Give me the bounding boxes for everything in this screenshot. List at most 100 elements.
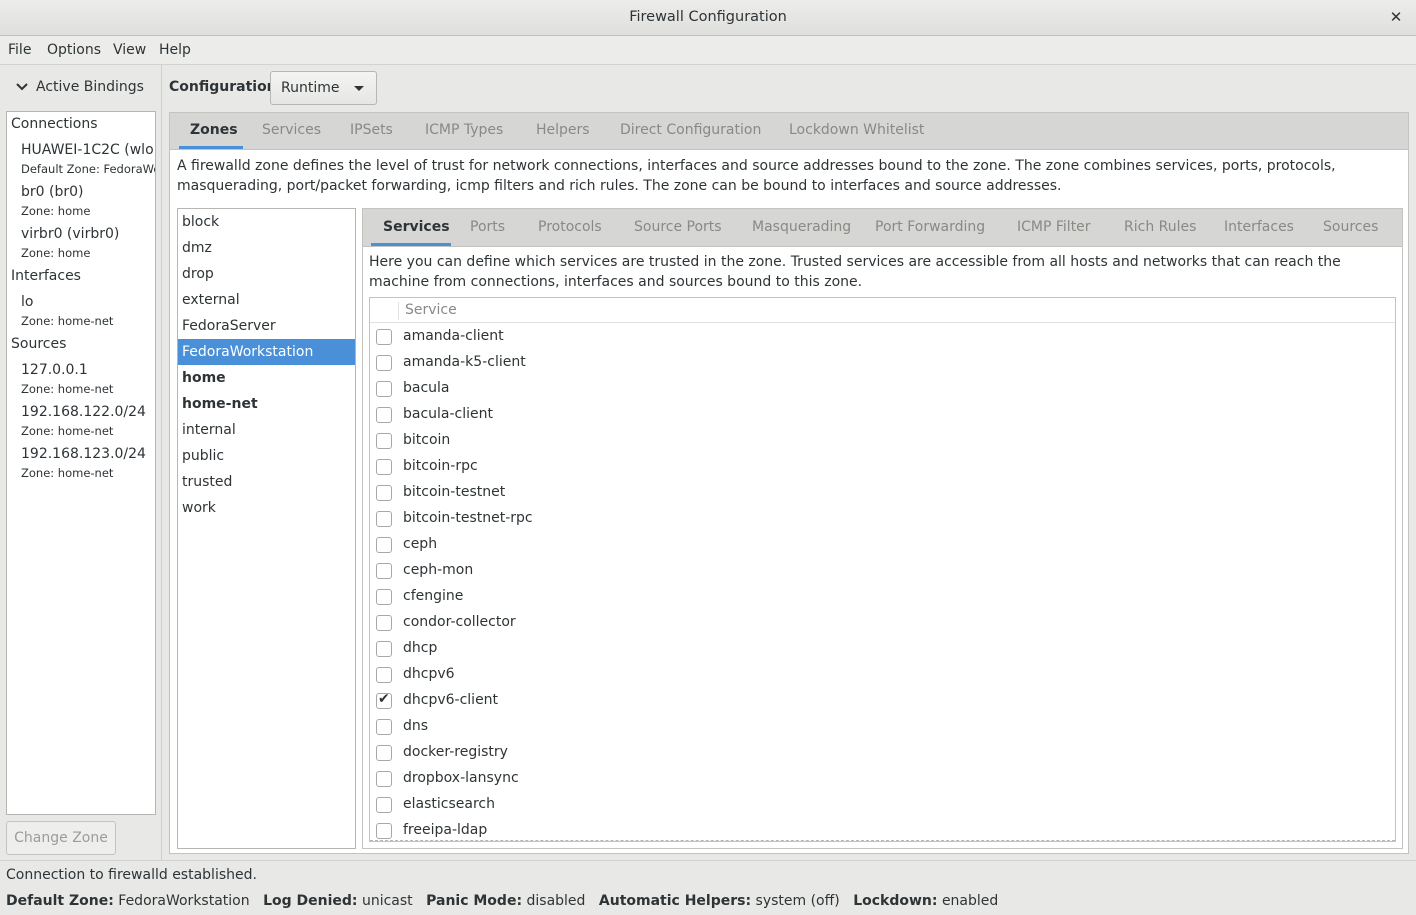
tab-interfaces[interactable]: Interfaces — [1224, 219, 1294, 235]
interface-item[interactable]: lo — [21, 294, 33, 310]
service-checkbox[interactable] — [376, 641, 392, 657]
configuration-select[interactable]: Runtime — [270, 71, 377, 105]
table-row[interactable]: freeipa-ldap — [370, 818, 1395, 841]
tab-masquerading[interactable]: Masquerading — [752, 219, 851, 235]
services-table[interactable]: Service amanda-client amanda-k5-client bac… — [369, 297, 1396, 842]
table-row[interactable]: dns — [370, 714, 1395, 740]
table-row[interactable]: dhcpv6 — [370, 662, 1395, 688]
service-checkbox[interactable] — [376, 407, 392, 423]
zone-item-dmz[interactable]: dmz — [178, 235, 355, 261]
close-icon[interactable]: ✕ — [1386, 7, 1406, 27]
zones-pane: A firewalld zone defines the level of tr… — [169, 149, 1409, 854]
tab-helpers[interactable]: Helpers — [536, 122, 590, 138]
configuration-value: Runtime — [281, 80, 340, 96]
zone-list[interactable]: block dmz drop external FedoraServer Fed… — [177, 208, 356, 849]
status-key: Lockdown: — [853, 893, 938, 909]
menu-view[interactable]: View — [113, 42, 146, 58]
table-row[interactable]: bacula-client — [370, 402, 1395, 428]
table-row[interactable]: condor-collector — [370, 610, 1395, 636]
zone-item-public[interactable]: public — [178, 443, 355, 469]
service-checkbox[interactable] — [376, 667, 392, 683]
service-checkbox[interactable] — [376, 433, 392, 449]
service-checkbox[interactable] — [376, 745, 392, 761]
table-row[interactable]: elasticsearch — [370, 792, 1395, 818]
table-row[interactable]: bacula — [370, 376, 1395, 402]
tab-port-forwarding[interactable]: Port Forwarding — [875, 219, 985, 235]
table-scroll-edge — [370, 840, 1395, 841]
tab-services[interactable]: Services — [262, 122, 321, 138]
services-table-header: Service — [370, 298, 1395, 323]
service-name: cfengine — [403, 588, 464, 604]
zone-item-block[interactable]: block — [178, 209, 355, 235]
menu-file[interactable]: File — [8, 42, 31, 58]
zone-item-work[interactable]: work — [178, 495, 355, 521]
service-checkbox[interactable] — [376, 797, 392, 813]
service-checkbox[interactable] — [376, 691, 392, 709]
service-checkbox[interactable] — [376, 485, 392, 501]
service-checkbox[interactable] — [376, 459, 392, 475]
tab-ports[interactable]: Ports — [470, 219, 505, 235]
service-checkbox[interactable] — [376, 537, 392, 553]
bindings-list[interactable]: Connections HUAWEI-1C2C (wlo1 Default Zo… — [6, 111, 156, 815]
zone-item-external[interactable]: external — [178, 287, 355, 313]
table-row[interactable]: dropbox-lansync — [370, 766, 1395, 792]
source-item[interactable]: 192.168.123.0/24 — [21, 446, 146, 462]
tab-rich-rules[interactable]: Rich Rules — [1124, 219, 1196, 235]
table-row[interactable]: dhcpv6-client — [370, 688, 1395, 714]
table-row[interactable]: cfengine — [370, 584, 1395, 610]
table-row[interactable]: ceph-mon — [370, 558, 1395, 584]
zone-item-trusted[interactable]: trusted — [178, 469, 355, 495]
zone-item-drop[interactable]: drop — [178, 261, 355, 287]
table-row[interactable]: docker-registry — [370, 740, 1395, 766]
connection-item[interactable]: br0 (br0) — [21, 184, 83, 200]
menu-help[interactable]: Help — [159, 42, 191, 58]
service-checkbox[interactable] — [376, 589, 392, 605]
zone-item-home-net[interactable]: home-net — [178, 391, 355, 417]
chevron-down-icon — [16, 79, 30, 95]
service-checkbox[interactable] — [376, 615, 392, 631]
service-checkbox[interactable] — [376, 511, 392, 527]
zone-item-home[interactable]: home — [178, 365, 355, 391]
service-checkbox[interactable] — [376, 823, 392, 839]
service-checkbox[interactable] — [376, 719, 392, 735]
source-item[interactable]: 127.0.0.1 — [21, 362, 88, 378]
tab-icmp-filter[interactable]: ICMP Filter — [1017, 219, 1091, 235]
service-checkbox[interactable] — [376, 771, 392, 787]
table-row[interactable]: amanda-k5-client — [370, 350, 1395, 376]
zone-item-fedoraserver[interactable]: FedoraServer — [178, 313, 355, 339]
change-zone-button[interactable]: Change Zone — [6, 821, 116, 855]
tab-ipsets[interactable]: IPSets — [350, 122, 393, 138]
source-item[interactable]: 192.168.122.0/24 — [21, 404, 146, 420]
table-row[interactable]: amanda-client — [370, 324, 1395, 350]
table-row[interactable]: bitcoin — [370, 428, 1395, 454]
service-name: bitcoin-testnet — [403, 484, 506, 500]
active-bindings-expander[interactable]: Active Bindings — [16, 79, 144, 95]
service-checkbox[interactable] — [376, 563, 392, 579]
tab-sources[interactable]: Sources — [1323, 219, 1378, 235]
service-checkbox[interactable] — [376, 381, 392, 397]
zone-item-fedoraworkstation[interactable]: FedoraWorkstation — [178, 339, 355, 365]
tab-protocols[interactable]: Protocols — [538, 219, 602, 235]
connection-item[interactable]: HUAWEI-1C2C (wlo1 — [21, 142, 155, 158]
service-name: bacula-client — [403, 406, 494, 422]
tab-icmp-types[interactable]: ICMP Types — [425, 122, 503, 138]
tab-zone-services[interactable]: Services — [383, 219, 450, 235]
service-column-header[interactable]: Service — [405, 302, 457, 318]
table-row[interactable]: bitcoin-testnet-rpc — [370, 506, 1395, 532]
tab-source-ports[interactable]: Source Ports — [634, 219, 722, 235]
table-row[interactable]: ceph — [370, 532, 1395, 558]
menu-options[interactable]: Options — [47, 42, 101, 58]
table-row[interactable]: dhcp — [370, 636, 1395, 662]
table-row[interactable]: bitcoin-rpc — [370, 454, 1395, 480]
service-checkbox[interactable] — [376, 355, 392, 371]
status-key: Automatic Helpers: — [598, 893, 752, 909]
table-row[interactable]: bitcoin-testnet — [370, 480, 1395, 506]
tab-zones[interactable]: Zones — [190, 122, 238, 138]
service-name: freeipa-ldap — [403, 822, 488, 838]
service-checkbox[interactable] — [376, 329, 392, 345]
zone-item-internal[interactable]: internal — [178, 417, 355, 443]
tab-lockdown-whitelist[interactable]: Lockdown Whitelist — [789, 122, 924, 138]
tab-direct-configuration[interactable]: Direct Configuration — [620, 122, 761, 138]
connection-item[interactable]: virbr0 (virbr0) — [21, 226, 119, 242]
status-bar: Connection to firewalld established. Def… — [0, 860, 1416, 915]
